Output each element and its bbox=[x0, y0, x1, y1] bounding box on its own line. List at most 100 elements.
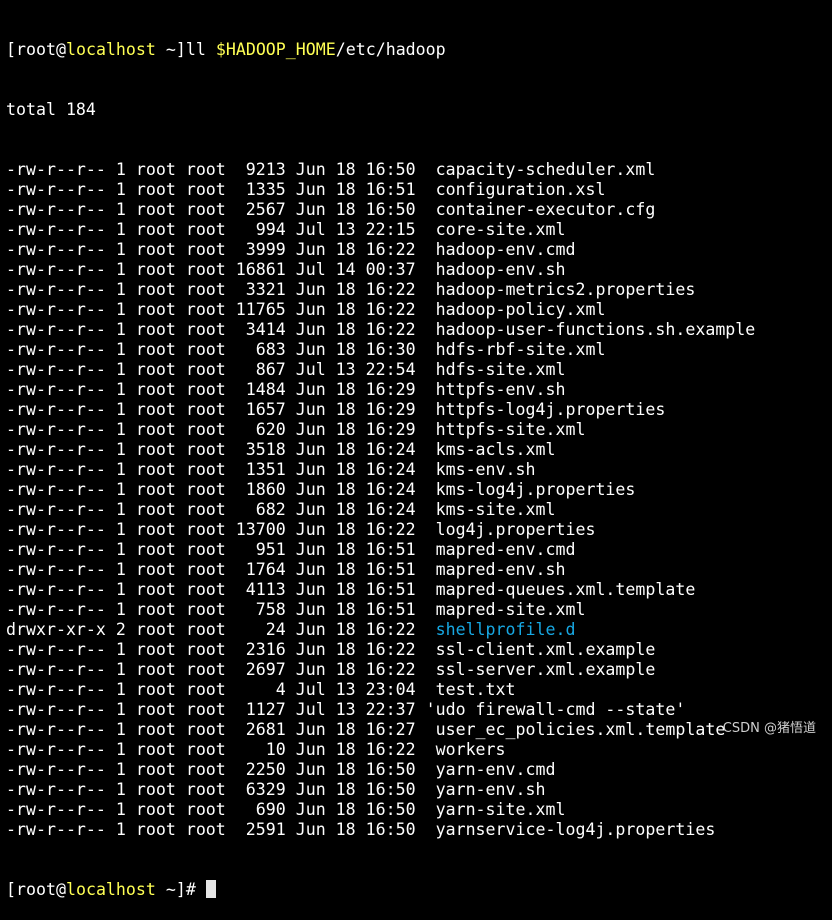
file-name: yarn-env.cmd bbox=[435, 760, 556, 779]
file-row: -rw-r--r-- 1 root root 1335 Jun 18 16:51… bbox=[6, 180, 832, 200]
file-name: kms-env.sh bbox=[435, 460, 536, 479]
file-listing: -rw-r--r-- 1 root root 9213 Jun 18 16:50… bbox=[6, 160, 832, 840]
file-row: -rw-r--r-- 1 root root 683 Jun 18 16:30 … bbox=[6, 340, 832, 360]
file-name: mapred-env.sh bbox=[435, 560, 566, 579]
file-name: ssl-server.xml.example bbox=[435, 660, 656, 679]
file-meta: -rw-r--r-- 1 root root 3321 Jun 18 16:22 bbox=[6, 280, 436, 299]
command-line: [root@localhost ~]ll $HADOOP_HOME/etc/ha… bbox=[6, 40, 832, 60]
file-meta: -rw-r--r-- 1 root root 620 Jun 18 16:29 bbox=[6, 420, 436, 439]
file-row: -rw-r--r-- 1 root root 2567 Jun 18 16:50… bbox=[6, 200, 832, 220]
file-name: yarn-env.sh bbox=[435, 780, 546, 799]
watermark: CSDN @猪悟道 bbox=[722, 721, 816, 736]
prompt-user: root bbox=[16, 880, 56, 899]
prompt-hostname: localhost bbox=[65, 880, 156, 899]
file-meta: -rw-r--r-- 1 root root 758 Jun 18 16:51 bbox=[6, 600, 436, 619]
command-path: /etc/hadoop bbox=[335, 40, 446, 59]
command-name: ll bbox=[185, 40, 216, 59]
file-meta: -rw-r--r-- 1 root root 1484 Jun 18 16:29 bbox=[6, 380, 436, 399]
file-row: -rw-r--r-- 1 root root 620 Jun 18 16:29 … bbox=[6, 420, 832, 440]
file-row: -rw-r--r-- 1 root root 13700 Jun 18 16:2… bbox=[6, 520, 832, 540]
file-name: configuration.xsl bbox=[435, 180, 606, 199]
file-name: ssl-client.xml.example bbox=[435, 640, 656, 659]
file-name: kms-acls.xml bbox=[435, 440, 556, 459]
file-meta: -rw-r--r-- 1 root root 2681 Jun 18 16:27 bbox=[6, 720, 436, 739]
file-name: httpfs-site.xml bbox=[435, 420, 586, 439]
file-meta: -rw-r--r-- 1 root root 4 Jul 13 23:04 bbox=[6, 680, 436, 699]
file-row: -rw-r--r-- 1 root root 3414 Jun 18 16:22… bbox=[6, 320, 832, 340]
prompt-symbol: # bbox=[185, 880, 196, 899]
prompt-cwd: ~ bbox=[155, 40, 176, 59]
file-meta: -rw-r--r-- 1 root root 2697 Jun 18 16:22 bbox=[6, 660, 436, 679]
prompt-at: @ bbox=[55, 880, 66, 899]
file-name: container-executor.cfg bbox=[435, 200, 656, 219]
file-row: -rw-r--r-- 1 root root 1484 Jun 18 16:29… bbox=[6, 380, 832, 400]
terminal-window[interactable]: [root@localhost ~]ll $HADOOP_HOME/etc/ha… bbox=[6, 0, 832, 899]
file-row: -rw-r--r-- 1 root root 690 Jun 18 16:50 … bbox=[6, 800, 832, 820]
file-row: -rw-r--r-- 1 root root 4 Jul 13 23:04 te… bbox=[6, 680, 832, 700]
file-name: hdfs-site.xml bbox=[435, 360, 566, 379]
file-meta: -rw-r--r-- 1 root root 690 Jun 18 16:50 bbox=[6, 800, 436, 819]
file-row: -rw-r--r-- 1 root root 3518 Jun 18 16:24… bbox=[6, 440, 832, 460]
file-row: -rw-r--r-- 1 root root 3999 Jun 18 16:22… bbox=[6, 240, 832, 260]
file-meta: -rw-r--r-- 1 root root 1860 Jun 18 16:24 bbox=[6, 480, 436, 499]
file-name: httpfs-log4j.properties bbox=[435, 400, 666, 419]
file-name: capacity-scheduler.xml bbox=[435, 160, 656, 179]
file-name: core-site.xml bbox=[435, 220, 566, 239]
file-name: hadoop-policy.xml bbox=[435, 300, 606, 319]
file-row: -rw-r--r-- 1 root root 2250 Jun 18 16:50… bbox=[6, 760, 832, 780]
file-name: httpfs-env.sh bbox=[435, 380, 566, 399]
file-row: -rw-r--r-- 1 root root 3321 Jun 18 16:22… bbox=[6, 280, 832, 300]
file-row: -rw-r--r-- 1 root root 1127 Jul 13 22:37… bbox=[6, 700, 832, 720]
file-meta: -rw-r--r-- 1 root root 10 Jun 18 16:22 bbox=[6, 740, 436, 759]
prompt-open-bracket: [ bbox=[6, 40, 16, 59]
file-row: -rw-r--r-- 1 root root 4113 Jun 18 16:51… bbox=[6, 580, 832, 600]
file-meta: -rw-r--r-- 1 root root 2316 Jun 18 16:22 bbox=[6, 640, 436, 659]
file-row: -rw-r--r-- 1 root root 1351 Jun 18 16:24… bbox=[6, 460, 832, 480]
prompt-close-bracket: ] bbox=[175, 40, 186, 59]
prompt-close-bracket: ] bbox=[175, 880, 186, 899]
text-cursor[interactable] bbox=[205, 880, 216, 898]
file-row: drwxr-xr-x 2 root root 24 Jun 18 16:22 s… bbox=[6, 620, 832, 640]
file-meta: -rw-r--r-- 1 root root 994 Jul 13 22:15 bbox=[6, 220, 436, 239]
file-name: hdfs-rbf-site.xml bbox=[435, 340, 606, 359]
file-meta: -rw-r--r-- 1 root root 2250 Jun 18 16:50 bbox=[6, 760, 436, 779]
prompt-at: @ bbox=[55, 40, 66, 59]
file-name: hadoop-user-functions.sh.example bbox=[435, 320, 756, 339]
file-meta: -rw-r--r-- 1 root root 3414 Jun 18 16:22 bbox=[6, 320, 436, 339]
file-row: -rw-r--r-- 1 root root 2697 Jun 18 16:22… bbox=[6, 660, 832, 680]
file-name: mapred-queues.xml.template bbox=[435, 580, 696, 599]
file-row: -rw-r--r-- 1 root root 758 Jun 18 16:51 … bbox=[6, 600, 832, 620]
current-prompt-line[interactable]: [root@localhost ~]# bbox=[6, 880, 832, 900]
file-meta: -rw-r--r-- 1 root root 3518 Jun 18 16:24 bbox=[6, 440, 436, 459]
file-name: user_ec_policies.xml.template bbox=[435, 720, 726, 739]
command-variable: $HADOOP_HOME bbox=[215, 40, 336, 59]
file-row: -rw-r--r-- 1 root root 16861 Jul 14 00:3… bbox=[6, 260, 832, 280]
file-meta: -rw-r--r-- 1 root root 6329 Jun 18 16:50 bbox=[6, 780, 436, 799]
file-meta: -rw-r--r-- 1 root root 2567 Jun 18 16:50 bbox=[6, 200, 436, 219]
file-meta: -rw-r--r-- 1 root root 16861 Jul 14 00:3… bbox=[6, 260, 436, 279]
file-row: -rw-r--r-- 1 root root 867 Jul 13 22:54 … bbox=[6, 360, 832, 380]
file-name: yarnservice-log4j.properties bbox=[435, 820, 716, 839]
file-row: -rw-r--r-- 1 root root 10 Jun 18 16:22 w… bbox=[6, 740, 832, 760]
file-meta: -rw-r--r-- 1 root root 4113 Jun 18 16:51 bbox=[6, 580, 436, 599]
file-row: -rw-r--r-- 1 root root 11765 Jun 18 16:2… bbox=[6, 300, 832, 320]
file-name: workers bbox=[435, 740, 506, 759]
file-meta: -rw-r--r-- 1 root root 9213 Jun 18 16:50 bbox=[6, 160, 436, 179]
file-name: yarn-site.xml bbox=[435, 800, 566, 819]
file-meta: -rw-r--r-- 1 root root 1764 Jun 18 16:51 bbox=[6, 560, 436, 579]
file-meta: -rw-r--r-- 1 root root 2591 Jun 18 16:50 bbox=[6, 820, 436, 839]
file-name: kms-log4j.properties bbox=[435, 480, 636, 499]
file-row: -rw-r--r-- 1 root root 951 Jun 18 16:51 … bbox=[6, 540, 832, 560]
directory-name: shellprofile.d bbox=[435, 620, 576, 639]
file-name: kms-site.xml bbox=[435, 500, 556, 519]
file-meta: -rw-r--r-- 1 root root 1657 Jun 18 16:29 bbox=[6, 400, 436, 419]
file-row: -rw-r--r-- 1 root root 2681 Jun 18 16:27… bbox=[6, 720, 832, 740]
file-meta: -rw-r--r-- 1 root root 13700 Jun 18 16:2… bbox=[6, 520, 436, 539]
file-row: -rw-r--r-- 1 root root 2591 Jun 18 16:50… bbox=[6, 820, 832, 840]
file-name: hadoop-metrics2.properties bbox=[435, 280, 696, 299]
file-name: hadoop-env.sh bbox=[435, 260, 566, 279]
file-meta: -rw-r--r-- 1 root root 1127 Jul 13 22:37 bbox=[6, 700, 426, 719]
prompt-user: root bbox=[16, 40, 56, 59]
prompt-cwd: ~ bbox=[155, 880, 176, 899]
total-line: total 184 bbox=[6, 100, 96, 119]
